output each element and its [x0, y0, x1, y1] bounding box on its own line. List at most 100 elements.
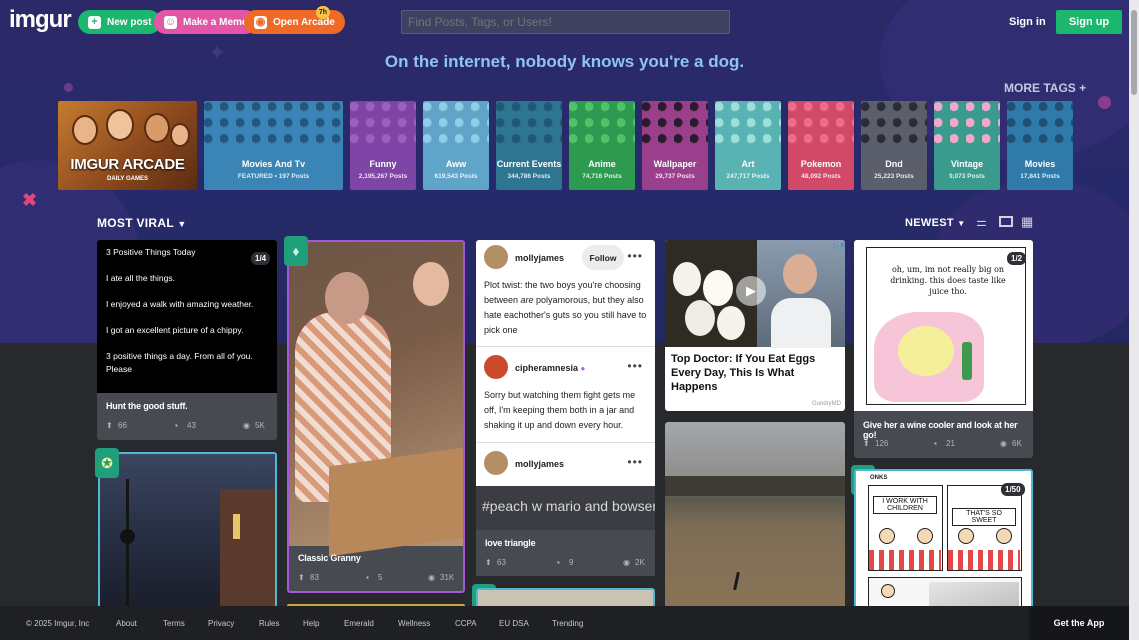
more-options-icon[interactable]: ••• [627, 249, 643, 263]
tag-tile[interactable]: Art 247,717 Posts [715, 101, 781, 190]
comment-post-card[interactable]: mollyjames Follow ••• Plot twist: the tw… [476, 240, 655, 576]
view-count: 2K [635, 558, 645, 567]
tag-label-band: Movies And Tv FEATURED • 197 Posts [204, 149, 343, 190]
filter-sliders-icon[interactable]: ⚌ [976, 216, 990, 228]
footer-link-rules[interactable]: Rules [259, 619, 279, 628]
page-indicator: 1/4 [251, 252, 271, 265]
upvote-icon[interactable]: ⬆ [106, 421, 113, 430]
upvote-icon[interactable]: ⬆ [863, 439, 870, 448]
post-title: Give her a wine cooler and look at her g… [863, 420, 1018, 440]
avatar[interactable] [484, 451, 508, 475]
new-post-button[interactable]: + New post [78, 10, 162, 34]
post-text: Plot twist: the two boys you're choosing… [484, 278, 647, 338]
footer-link-wellness[interactable]: Wellness [398, 619, 430, 628]
tag-name: Movies [1024, 159, 1056, 169]
post-text: Sorry but watching them fight gets me of… [484, 390, 636, 430]
username[interactable]: mollyjames [515, 253, 564, 263]
play-icon[interactable]: ▶ [736, 276, 766, 306]
ad-choices-icon[interactable]: ▷✕ [833, 241, 845, 250]
footer-link-about[interactable]: About [116, 619, 137, 628]
comment-icon[interactable]: ▪ [934, 439, 937, 448]
tag-name: Anime [588, 159, 616, 169]
comment-icon[interactable]: ▪ [557, 558, 560, 567]
tag-tile[interactable]: Wallpaper 29,737 Posts [642, 101, 708, 190]
tag-label-band: Art 247,717 Posts [715, 149, 781, 190]
footer-link-ccpa[interactable]: CCPA [455, 619, 477, 628]
tag-image [1007, 101, 1073, 149]
most-viral-dropdown[interactable]: MOST VIRAL ▼ [97, 216, 187, 230]
decor-star-icon: ✖ [22, 190, 38, 210]
sign-up-button[interactable]: Sign up [1056, 10, 1122, 34]
post-card[interactable]: Classic Granny ⬆ 83 ▪ 5 ◉ 31K [287, 240, 465, 593]
comic-panel: THAT'S SO SWEET [947, 485, 1022, 571]
footer-link-help[interactable]: Help [303, 619, 319, 628]
comment-icon[interactable]: ▪ [366, 573, 369, 582]
imgur-logo[interactable]: imgur [9, 6, 72, 34]
footer-link-privacy[interactable]: Privacy [208, 619, 234, 628]
tag-tile[interactable]: Vintage 9,073 Posts [934, 101, 1000, 190]
top-bar: imgur + New post ☺ Make a Meme ◉ Open Ar… [0, 0, 1139, 44]
username[interactable]: cipheramnesia ● [515, 363, 585, 373]
footer-link-emerald[interactable]: Emerald [344, 619, 374, 628]
footer-link-trending[interactable]: Trending [552, 619, 583, 628]
arcade-title: IMGUR ARCADE [70, 156, 185, 173]
caret-down-icon: ▼ [957, 219, 966, 228]
grid-view-icon[interactable]: ▦ [1021, 215, 1035, 228]
tag-post-count: 9,073 Posts [949, 173, 985, 180]
username[interactable]: mollyjames [515, 459, 564, 469]
more-options-icon[interactable]: ••• [627, 455, 643, 469]
tag-tile[interactable]: Funny 2,195,267 Posts [350, 101, 416, 190]
tag-tile[interactable]: Aww 619,543 Posts [423, 101, 489, 190]
tag-tile[interactable]: Dnd 25,223 Posts [861, 101, 927, 190]
building-shape [220, 489, 275, 609]
comic-panel: I WORK WITH CHILDREN [868, 485, 943, 571]
post-card[interactable] [98, 452, 277, 612]
more-tags-link[interactable]: MORE TAGS + [1004, 81, 1086, 95]
post-card[interactable] [476, 588, 655, 608]
post-card[interactable]: oh, um, im not really big on drinking. t… [854, 240, 1033, 458]
follow-button[interactable]: Follow [582, 245, 624, 270]
newest-label: NEWEST [905, 217, 954, 229]
comment-count: 43 [187, 421, 196, 430]
ad-headline[interactable]: Top Doctor: If You Eat Eggs Every Day, T… [671, 352, 841, 394]
view-count: 31K [440, 573, 455, 582]
post-card[interactable]: ONKS I WORK WITH CHILDREN THAT'S SO SWEE… [854, 469, 1033, 612]
views-icon: ◉ [243, 421, 250, 430]
newest-dropdown[interactable]: NEWEST ▼ [905, 217, 965, 229]
tag-tile[interactable]: Anime 74,716 Posts [569, 101, 635, 190]
ad-card[interactable]: ▶ ▷✕ Top Doctor: If You Eat Eggs Every D… [665, 240, 845, 411]
post-text-line: I enjoyed a walk with amazing weather. [106, 299, 254, 309]
tag-tile[interactable]: Current Events 344,786 Posts [496, 101, 562, 190]
tag-tile[interactable]: Pokemon 48,092 Posts [788, 101, 854, 190]
make-meme-button[interactable]: ☺ Make a Meme [154, 10, 258, 34]
upvote-icon[interactable]: ⬆ [485, 558, 492, 567]
upvote-icon[interactable]: ⬆ [298, 573, 305, 582]
tag-label-band: Funny 2,195,267 Posts [350, 149, 416, 190]
sign-in-link[interactable]: Sign in [1009, 16, 1046, 28]
tag-tile[interactable]: Movies 17,841 Posts [1007, 101, 1073, 190]
footer-link-eu-dsa[interactable]: EU DSA [499, 619, 529, 628]
search-input[interactable] [401, 10, 730, 34]
divider [476, 442, 655, 443]
upvote-count: 66 [118, 421, 127, 430]
list-view-icon[interactable] [999, 216, 1013, 227]
face-shape [783, 254, 817, 294]
post-card[interactable] [665, 422, 845, 612]
post-card[interactable]: 3 Positive Things Today I ate all the thi… [97, 240, 277, 440]
page-scrollbar[interactable] [1129, 0, 1139, 640]
footer-link-terms[interactable]: Terms [163, 619, 185, 628]
comment-icon[interactable]: ▪ [175, 421, 178, 430]
get-the-app-button[interactable]: Get the App [1029, 606, 1129, 640]
avatar[interactable] [484, 355, 508, 379]
scrollbar-thumb[interactable] [1131, 10, 1137, 95]
post-stats: ⬆ 83 ▪ 5 ◉ 31K [298, 573, 454, 583]
post-text-line: 3 positive things a day. From all of you… [106, 351, 253, 374]
more-options-icon[interactable]: ••• [627, 359, 643, 373]
page-indicator: 1/2 [1007, 252, 1027, 265]
avatar[interactable] [484, 245, 508, 269]
arcade-tile[interactable]: IMGUR ARCADE DAILY GAMES [58, 101, 197, 190]
comment-count: 9 [569, 558, 574, 567]
tablecloth-shape [869, 550, 941, 570]
tag-tile[interactable]: Movies And Tv FEATURED • 197 Posts [204, 101, 343, 190]
arcade-character [144, 113, 170, 143]
